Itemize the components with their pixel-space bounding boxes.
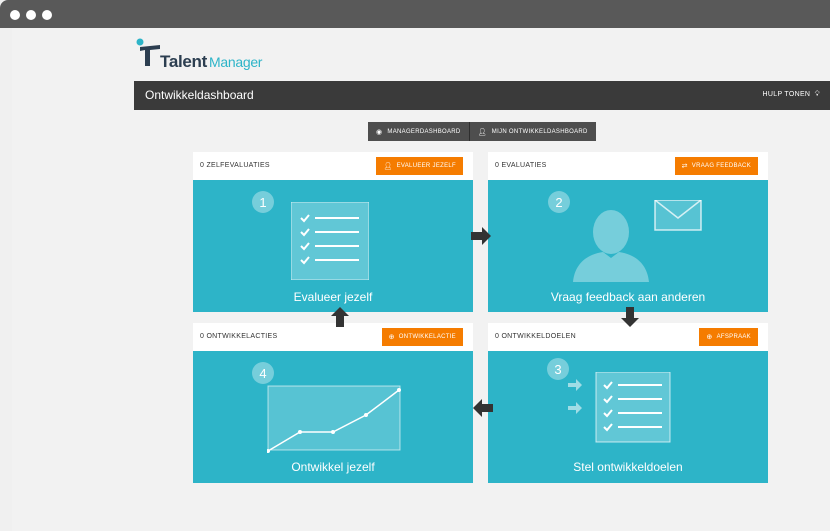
window-close-dot[interactable]: [10, 10, 20, 20]
afspraak-button[interactable]: ⊕ AFSPRAAK: [699, 328, 758, 346]
card-label: Ontwikkel jezelf: [291, 460, 375, 474]
tab-label: MIJN ONTWIKKELDASHBOARD: [491, 128, 588, 135]
card-body-ontwikkel[interactable]: 4 Ontwikkel jezelf: [193, 351, 473, 483]
goals-checklist-icon: [568, 372, 671, 443]
card-ontwikkeldoelen: 0 ONTWIKKELDOELEN ⊕ AFSPRAAK 3 Stel ontw…: [488, 323, 768, 483]
card-label: Vraag feedback aan anderen: [550, 290, 706, 304]
user-icon: 👤︎: [383, 163, 393, 170]
step-number: 2: [548, 191, 570, 213]
tab-mijn-ontwikkeldashboard[interactable]: 👤︎ MIJN ONTWIKKELDASHBOARD: [468, 122, 596, 141]
user-icon: 👤︎: [477, 128, 487, 136]
card-body-feedback[interactable]: 2 Vraag feedback aan anderen: [488, 180, 768, 312]
step-number: 4: [252, 362, 274, 384]
logo-brand: Talent: [160, 52, 208, 71]
button-label: EVALUEER JEZELF: [396, 163, 456, 169]
button-label: AFSPRAAK: [716, 334, 751, 340]
card-body-evalueer[interactable]: 1 Evalueer jezelf: [193, 180, 473, 312]
card-body-doelen[interactable]: 3 Stel ontwikkeldoelen: [488, 351, 768, 483]
plus-circle-icon: ⊕: [706, 334, 713, 341]
growth-chart-icon: [267, 385, 401, 453]
step-number: 3: [547, 358, 569, 380]
help-label: HULP TONEN: [762, 91, 811, 98]
browser-window: Talent Manager Ontwikkeldashboard HULP TO…: [0, 0, 830, 531]
vraag-feedback-button[interactable]: ⇄ VRAAG FEEDBACK: [674, 157, 758, 175]
window-minimize-dot[interactable]: [26, 10, 36, 20]
evaluaties-count: 0 EVALUATIES: [495, 162, 547, 169]
dashboard-tabs: ◉ MANAGERDASHBOARD 👤︎ MIJN ONTWIKKELDASH…: [368, 122, 596, 141]
page-title: Ontwikkeldashboard: [145, 88, 254, 102]
logo-product: Manager: [209, 54, 263, 70]
ontwikkelactie-button[interactable]: ⊕ ONTWIKKELACTIE: [381, 328, 463, 346]
arrow-up-icon: [331, 307, 349, 327]
ontwikkelacties-count: 0 ONTWIKKELACTIES: [200, 333, 278, 340]
tab-label: MANAGERDASHBOARD: [387, 128, 461, 135]
card-header: 0 ZELFEVALUATIES 👤︎ EVALUEER JEZELF: [193, 152, 473, 180]
window-titlebar: [0, 0, 830, 28]
window-maximize-dot[interactable]: [42, 10, 52, 20]
zelfevaluaties-count: 0 ZELFEVALUATIES: [200, 162, 270, 169]
button-label: VRAAG FEEDBACK: [691, 163, 751, 169]
evalueer-jezelf-button[interactable]: 👤︎ EVALUEER JEZELF: [376, 157, 463, 175]
help-toggle[interactable]: HULP TONEN 💡︎: [763, 91, 820, 99]
page-content: Talent Manager Ontwikkeldashboard HULP TO…: [12, 28, 830, 531]
tab-managerdashboard[interactable]: ◉ MANAGERDASHBOARD: [368, 122, 469, 141]
checklist-icon: [291, 202, 369, 280]
ontwikkeldoelen-count: 0 ONTWIKKELDOELEN: [495, 333, 576, 340]
logo-t-icon: [136, 38, 160, 66]
step-number: 1: [252, 191, 274, 213]
button-label: ONTWIKKELACTIE: [398, 334, 456, 340]
dashboard-icon: ◉: [376, 128, 383, 136]
page-header: Ontwikkeldashboard HULP TONEN 💡︎: [134, 81, 830, 110]
plus-circle-icon: ⊕: [388, 334, 395, 341]
card-header: 0 EVALUATIES ⇄ VRAAG FEEDBACK: [488, 152, 768, 180]
arrow-left-icon: [473, 399, 493, 417]
logo-text: Talent Manager: [160, 52, 262, 72]
card-ontwikkelacties: 0 ONTWIKKELACTIES ⊕ ONTWIKKELACTIE 4 Ont…: [193, 323, 473, 483]
card-zelfevaluaties: 0 ZELFEVALUATIES 👤︎ EVALUEER JEZELF 1 Ev…: [193, 152, 473, 312]
card-evaluaties: 0 EVALUATIES ⇄ VRAAG FEEDBACK 2 Vraag fe…: [488, 152, 768, 312]
arrow-right-icon: [471, 227, 491, 245]
card-label: Evalueer jezelf: [293, 290, 373, 304]
swap-arrows-icon: ⇄: [681, 163, 688, 170]
lightbulb-icon: 💡︎: [812, 91, 820, 98]
person-mail-icon: [573, 200, 702, 282]
card-label: Stel ontwikkeldoelen: [573, 460, 683, 474]
arrow-down-icon: [621, 307, 639, 327]
